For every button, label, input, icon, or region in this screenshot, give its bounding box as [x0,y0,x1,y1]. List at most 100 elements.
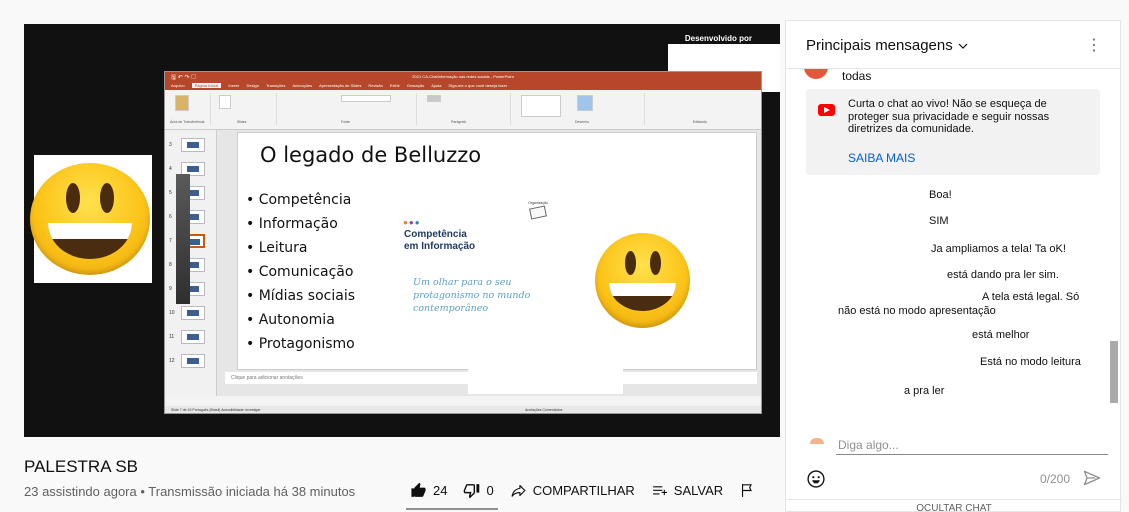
char-counter: 0/200 [1040,472,1071,486]
chat-message: Está no modo leitura [980,356,1081,368]
slide-thumbnails: 3 4 5 6 7 8 9 10 11 12 [165,130,217,396]
logo-line-2: em Informação [404,241,476,252]
ppt-title-bar: 🖫 ↶ ↷ ▢ 2021 CA-ChatInformação nas redes… [165,72,761,81]
youtube-icon [818,104,835,116]
thumb-number: 12 [169,358,175,364]
logo-line-1: Competência [404,229,467,240]
avatar [804,69,828,79]
slide-thumbnail [181,330,205,344]
ribbon-group-label: Desenho [575,120,590,124]
ppt-tell-me: Diga-me o que você deseja fazer [448,83,508,88]
chat-message: A tela está legal. Só [982,291,1080,303]
save-label: SALVAR [673,483,724,498]
chat-notice: Curta o chat ao vivo! Não se esqueça de … [806,89,1100,175]
chat-message: não está no modo apresentação [838,305,996,317]
divider [786,499,1122,500]
video-player[interactable]: Desenvolvido por 🖫 ↶ ↷ ▢ 2021 CA-ChatInf… [24,24,780,437]
smiley-emoji-icon [595,233,690,328]
video-actions: 24 0 COMPARTILHAR SALVAR [410,482,772,499]
thumb-number: 8 [169,262,172,268]
font-name-box [341,95,391,102]
ppt-tab: Inserir [228,83,240,88]
hide-chat-button[interactable]: OCULTAR CHAT [786,503,1122,512]
thumb-number: 5 [169,190,172,196]
webcam-cover [30,155,152,283]
chat-scrollbar-thumb[interactable] [1110,341,1118,403]
share-button[interactable]: COMPARTILHAR [510,482,635,499]
ribbon-group-label: Editando [693,120,707,124]
ribbon-group-clipboard: Área de Transferência [169,93,211,125]
ppt-tab: Revisão [368,83,383,88]
like-button[interactable]: 24 [410,482,447,499]
thumb-number: 10 [169,310,175,316]
ppt-tab: Exibir [389,83,400,88]
chat-message: Boa! [929,189,952,201]
slide-quote: Um olhar para o seu protagonismo no mund… [413,277,531,314]
video-meta: 23 assistindo agora • Transmissão inicia… [24,484,356,499]
dislike-button[interactable]: 0 [463,482,494,499]
live-chat-panel: Principais mensagens ⋮ todas Curta o cha… [785,20,1122,512]
quick-access-icons: 🖫 ↶ ↷ ▢ [171,75,197,81]
slide-thumbnail [181,354,205,368]
chat-input[interactable]: Diga algo... [838,438,899,452]
chat-title-label: Principais mensagens [806,37,953,54]
save-button[interactable]: SALVAR [651,482,723,499]
ribbon-group-font: Fonte [281,93,417,125]
slide-thumbnail [181,306,205,320]
status-left: Slide 7 de 16 Português (Brasil) Acessib… [171,408,261,412]
notice-text: Curta o chat ao vivo! Não se esqueça de … [848,98,1050,135]
avatar [810,438,824,444]
chat-header: Principais mensagens ⋮ [786,21,1120,69]
paste-icon [175,95,189,111]
more-vert-icon[interactable]: ⋮ [1086,35,1102,55]
thumb-number: 11 [169,334,175,340]
bullet-item: • Comunicação [246,264,354,280]
ppt-ribbon: Área de Transferência Slides Fonte Parág… [165,90,761,130]
youtube-live-page: Desenvolvido por 🖫 ↶ ↷ ▢ 2021 CA-ChatInf… [0,0,1129,512]
share-label: COMPARTILHAR [532,483,635,498]
emoji-icon[interactable] [806,469,826,489]
thumbs-down-icon [464,484,480,499]
ribbon-group-editing: Editando [649,93,753,125]
slide-thumbnail [181,138,205,152]
list-icon [427,95,441,102]
ppt-ribbon-tabs: Arquivo Página Inicial Inserir Design Tr… [165,81,761,90]
slide-title: O legado de Belluzzo [260,143,482,167]
chat-message-fragment: todas [842,69,872,83]
like-ratio-bar [406,508,498,510]
new-slide-icon [219,95,231,109]
thumb-number: 3 [169,142,172,148]
chat-message: está dando pra ler sim. [947,269,1059,281]
ribbon-group-drawing: Desenho [515,93,645,125]
ribbon-group-label: Fonte [341,120,350,124]
send-icon[interactable] [1082,468,1102,488]
ribbon-group-slides: Slides [215,93,277,125]
powerpoint-window: 🖫 ↶ ↷ ▢ 2021 CA-ChatInformação nas redes… [164,71,762,414]
envelope-icon [529,205,547,220]
report-button[interactable] [739,482,756,499]
chat-message: SIM [929,215,949,227]
ppt-window-title: 2021 CA-ChatInformação nas redes sociais… [412,74,514,79]
thumb-number: 7 [169,238,172,244]
webcam-edge [176,174,190,304]
smiley-emoji-icon [30,163,150,275]
redacted-area [468,324,623,394]
bullet-item: • Competência [246,192,352,208]
ppt-tab: Arquivo [171,83,185,88]
bullet-item: • Mídias sociais [246,288,355,304]
overlay-label: Desenvolvido por [684,34,752,43]
ppt-tab: Apresentação de Slides [319,83,362,88]
chat-message: está melhor [972,329,1030,341]
ppt-tab: Design [246,83,259,88]
like-count: 24 [433,483,448,498]
org-label: Organização [528,201,548,205]
ppt-tab: Gravação [406,83,425,88]
flag-icon [742,484,753,497]
ppt-tab-active: Página Inicial [191,83,222,88]
chat-mode-dropdown[interactable]: Principais mensagens [806,37,969,54]
ribbon-group-paragraph: Parágrafo [421,93,511,125]
learn-more-link[interactable]: SAIBA MAIS [848,151,915,165]
share-icon [511,484,526,497]
ribbon-group-label: Área de Transferência [170,120,205,124]
dislike-count: 0 [486,483,494,498]
